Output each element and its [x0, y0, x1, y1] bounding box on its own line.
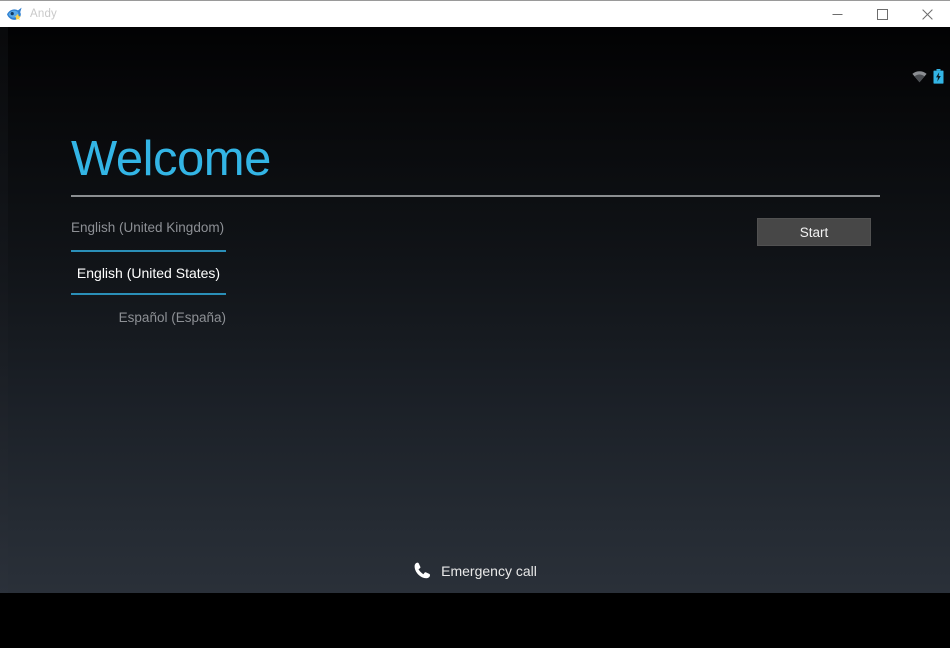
emergency-call-label: Emergency call	[441, 563, 537, 579]
start-button[interactable]: Start	[757, 218, 871, 246]
android-navigation-bar	[0, 593, 950, 648]
close-icon	[922, 9, 933, 20]
window-controls	[815, 1, 950, 28]
setup-wizard-screen: Welcome English (United Kingdom) English…	[0, 27, 950, 593]
wifi-icon	[912, 70, 927, 83]
language-picker[interactable]: English (United Kingdom) English (United…	[71, 205, 226, 340]
andy-emulator-window: Andy	[0, 0, 950, 648]
emergency-call-button[interactable]: Emergency call	[0, 561, 950, 580]
title-divider	[71, 195, 880, 197]
maximize-icon	[877, 9, 888, 20]
language-option-selected[interactable]: English (United States)	[71, 250, 226, 295]
page-title: Welcome	[71, 135, 271, 184]
titlebar-left: Andy	[0, 6, 815, 22]
language-option-next[interactable]: Español (España)	[71, 295, 226, 340]
minimize-icon	[832, 9, 843, 20]
minimize-button[interactable]	[815, 1, 860, 28]
window-title: Andy	[30, 8, 57, 20]
close-button[interactable]	[905, 1, 950, 28]
android-status-bar	[912, 67, 944, 85]
screen-left-edge	[0, 27, 8, 593]
phone-icon	[413, 561, 432, 580]
maximize-button[interactable]	[860, 1, 905, 28]
android-device-screen: Welcome English (United Kingdom) English…	[0, 27, 950, 648]
window-titlebar: Andy	[0, 0, 950, 27]
language-option-previous[interactable]: English (United Kingdom)	[71, 205, 226, 250]
battery-charging-icon	[933, 69, 944, 84]
andy-emulator-icon	[6, 6, 23, 22]
